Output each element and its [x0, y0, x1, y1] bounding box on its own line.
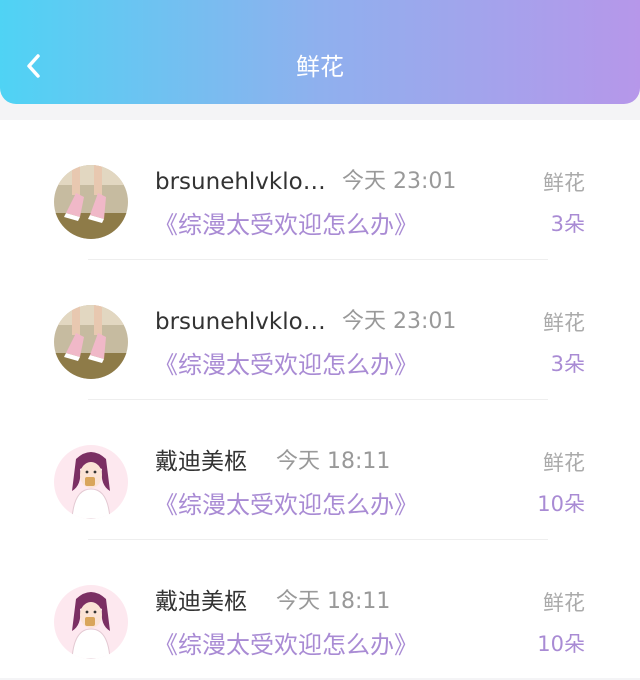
gift-type-label: 鲜花 [543, 311, 585, 335]
gift-count: 10朵 [537, 632, 585, 656]
gift-type-label: 鲜花 [543, 171, 585, 195]
user-name: 戴迪美柩 [155, 589, 247, 615]
timestamp: 今天 23:01 [342, 309, 457, 334]
book-title[interactable]: 《综漫太受欢迎怎么办》 [154, 488, 418, 522]
list-item[interactable]: brsunehlvklo… 今天 23:01 《综漫太受欢迎怎么办》 鲜花 3朵 [0, 260, 640, 400]
gift-type-label: 鲜花 [543, 591, 585, 615]
gift-count: 10朵 [537, 492, 585, 516]
book-title[interactable]: 《综漫太受欢迎怎么办》 [154, 628, 418, 662]
avatar[interactable] [54, 585, 128, 659]
timestamp: 今天 23:01 [342, 169, 457, 194]
list-item[interactable]: 戴迪美柩 今天 18:11 《综漫太受欢迎怎么办》 鲜花 10朵 [0, 400, 640, 540]
avatar[interactable] [54, 305, 128, 379]
book-title[interactable]: 《综漫太受欢迎怎么办》 [154, 348, 418, 382]
gift-count: 3朵 [550, 212, 585, 236]
book-title[interactable]: 《综漫太受欢迎怎么办》 [154, 208, 418, 242]
shoes-photo-avatar-icon [54, 305, 128, 379]
flower-gift-list: brsunehlvklo… 今天 23:01 《综漫太受欢迎怎么办》 鲜花 3朵… [0, 120, 640, 678]
girl-illustration-avatar-icon [54, 445, 128, 519]
shoes-photo-avatar-icon [54, 165, 128, 239]
timestamp: 今天 18:11 [276, 449, 391, 474]
gift-type-label: 鲜花 [543, 451, 585, 475]
avatar[interactable] [54, 165, 128, 239]
gift-count: 3朵 [550, 352, 585, 376]
header-bar: 鲜花 [0, 0, 640, 104]
user-name: brsunehlvklo… [155, 169, 326, 195]
timestamp: 今天 18:11 [276, 589, 391, 614]
user-name: 戴迪美柩 [155, 449, 247, 475]
list-item[interactable]: brsunehlvklo… 今天 23:01 《综漫太受欢迎怎么办》 鲜花 3朵 [0, 120, 640, 260]
page-title: 鲜花 [296, 53, 344, 81]
list-item[interactable]: 戴迪美柩 今天 18:11 《综漫太受欢迎怎么办》 鲜花 10朵 [0, 540, 640, 680]
user-name: brsunehlvklo… [155, 309, 326, 335]
avatar[interactable] [54, 445, 128, 519]
girl-illustration-avatar-icon [54, 585, 128, 659]
